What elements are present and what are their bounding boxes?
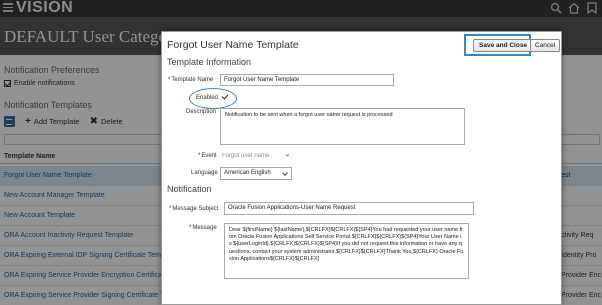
dialog-title: Forgot User Name Template	[167, 39, 299, 51]
template-dialog: Forgot User Name Template Save and Close…	[161, 31, 562, 305]
description-label: Description	[186, 109, 217, 115]
message-subject-label: *Message Subject	[169, 206, 219, 212]
message-subject-input[interactable]: Oracle Fusion Applications-User Name Req…	[224, 202, 474, 215]
message-textarea[interactable]: Dear ${firstName} ${lastName},${CRLFX}${…	[224, 223, 469, 279]
message-label: *Message	[189, 225, 217, 231]
cancel-button[interactable]: Cancel	[530, 39, 561, 52]
enabled-label: Enabled	[196, 95, 219, 101]
description-textarea[interactable]: Notification to be sent when a forgot us…	[220, 108, 465, 145]
save-and-close-button[interactable]: Save and Close	[473, 39, 534, 52]
language-select[interactable]: American English	[220, 167, 292, 180]
event-value: Forgot user name	[222, 153, 302, 162]
language-label: Language	[191, 170, 218, 176]
template-name-label: *Template Name	[168, 77, 214, 83]
template-information-heading: Template Information	[167, 57, 252, 67]
event-label: *Event	[198, 153, 217, 159]
template-name-input[interactable]: Forgot User Name Template	[220, 74, 394, 86]
notification-heading: Notification	[167, 184, 212, 194]
